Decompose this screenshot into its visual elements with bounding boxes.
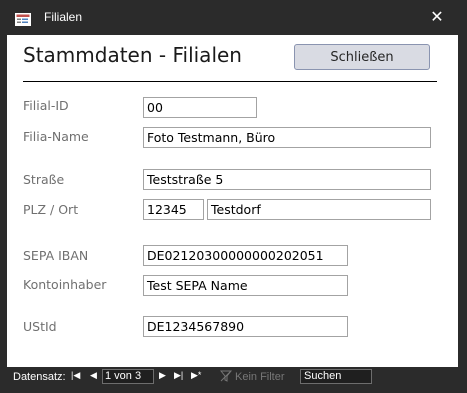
kontoinhaber-label: Kontoinhaber: [23, 277, 107, 292]
plz-field[interactable]: 12345: [143, 199, 204, 220]
filial-name-label: Filia-Name: [23, 129, 89, 144]
form-title: Stammdaten - Filialen: [23, 43, 242, 67]
record-label: Datensatz:: [13, 371, 66, 383]
ort-field[interactable]: Testdorf: [207, 199, 431, 220]
current-record-input[interactable]: 1 von 3: [102, 369, 154, 384]
header-separator: [23, 81, 437, 82]
strasse-field[interactable]: Teststraße 5: [143, 169, 431, 190]
ustid-field[interactable]: DE1234567890: [143, 316, 348, 337]
sepa-iban-field[interactable]: DE02120300000000202051: [143, 245, 348, 266]
filial-name-field[interactable]: Foto Testmann, Büro: [143, 127, 431, 148]
ustid-label: UStId: [23, 319, 57, 334]
sepa-iban-label: SEPA IBAN: [23, 248, 89, 263]
filial-id-field[interactable]: 00: [143, 97, 257, 118]
next-record-icon[interactable]: ▶: [159, 370, 166, 381]
title-bar: Filialen ✕: [0, 0, 467, 35]
strasse-label: Straße: [23, 172, 65, 187]
last-record-icon[interactable]: ▶|: [174, 370, 183, 381]
filter-button[interactable]: Kein Filter: [235, 371, 285, 383]
filter-off-icon: [219, 370, 233, 385]
filial-id-label: Filial-ID: [23, 98, 69, 113]
close-form-button[interactable]: Schließen: [294, 44, 430, 70]
form-window: Filialen ✕ Stammdaten - Filialen Schließ…: [0, 0, 467, 393]
window-close-button[interactable]: ✕: [422, 5, 452, 29]
close-icon: ✕: [430, 7, 444, 26]
plz-ort-label: PLZ / Ort: [23, 202, 79, 217]
new-record-icon[interactable]: ▶*: [191, 370, 201, 381]
previous-record-icon[interactable]: ◀: [90, 370, 97, 381]
search-input[interactable]: Suchen: [300, 369, 372, 384]
record-navigation-bar: Datensatz: |◀ ◀ 1 von 3 ▶ ▶| ▶* Kein Fil…: [7, 367, 458, 387]
form-body: Stammdaten - Filialen Schließen Filial-I…: [7, 35, 458, 367]
first-record-icon[interactable]: |◀: [71, 370, 80, 381]
window-title: Filialen: [44, 10, 83, 24]
form-icon: [15, 11, 31, 26]
kontoinhaber-field[interactable]: Test SEPA Name: [143, 275, 348, 296]
